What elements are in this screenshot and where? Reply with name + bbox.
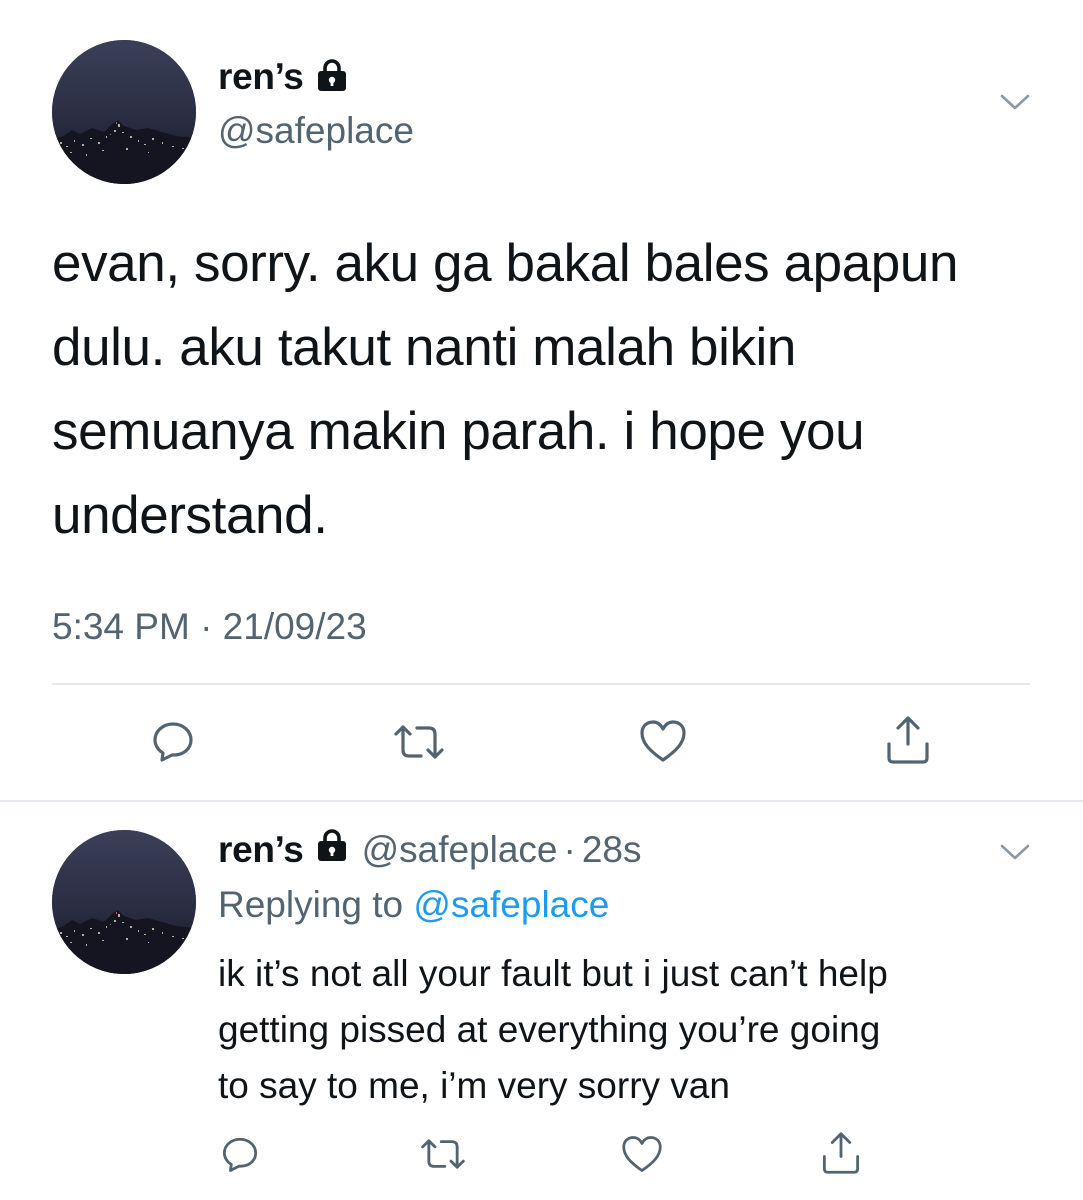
tweet-age[interactable]: 28s [582, 829, 642, 871]
reply-button[interactable] [220, 1134, 260, 1174]
replying-to-handle[interactable]: @safeplace [413, 884, 609, 925]
like-button[interactable] [638, 718, 688, 764]
divider [0, 800, 1083, 802]
author-handle[interactable]: @safeplace [218, 110, 414, 152]
avatar[interactable] [52, 830, 196, 974]
retweet-icon [420, 1136, 466, 1172]
share-icon [820, 1130, 862, 1176]
share-button[interactable] [820, 1130, 862, 1176]
lock-icon [316, 58, 348, 97]
share-icon [884, 714, 932, 766]
reply-icon [220, 1134, 260, 1174]
reply-button[interactable] [150, 718, 196, 764]
chevron-down-icon[interactable] [998, 840, 1032, 864]
like-icon [620, 1134, 664, 1174]
replying-to-line: Replying to @safeplace [218, 884, 609, 926]
chevron-down-icon[interactable] [998, 90, 1032, 114]
author-handle[interactable]: @safeplace [362, 829, 558, 871]
retweet-button[interactable] [420, 1136, 466, 1172]
tweet-text: ik it’s not all your fault but i just ca… [218, 953, 888, 1106]
divider [52, 683, 1030, 685]
author-row: ren’s [218, 56, 348, 98]
like-button[interactable] [620, 1134, 664, 1174]
tweet-timestamp[interactable]: 5:34 PM · 21/09/23 [52, 606, 367, 648]
separator-dot: · [563, 828, 576, 870]
author-name[interactable]: ren’s [218, 829, 304, 871]
share-button[interactable] [884, 714, 932, 766]
reply-header: ren’s @safeplace · 28s [218, 828, 642, 871]
replying-to-label: Replying to [218, 884, 404, 925]
retweet-icon [393, 722, 445, 762]
tweet-text: evan, sorry. aku ga bakal bales apapun d… [52, 234, 959, 545]
like-icon [638, 718, 688, 764]
reply-icon [150, 718, 196, 764]
avatar[interactable] [52, 40, 196, 184]
retweet-button[interactable] [393, 722, 445, 762]
author-name[interactable]: ren’s [218, 56, 304, 98]
lock-icon [316, 828, 348, 871]
